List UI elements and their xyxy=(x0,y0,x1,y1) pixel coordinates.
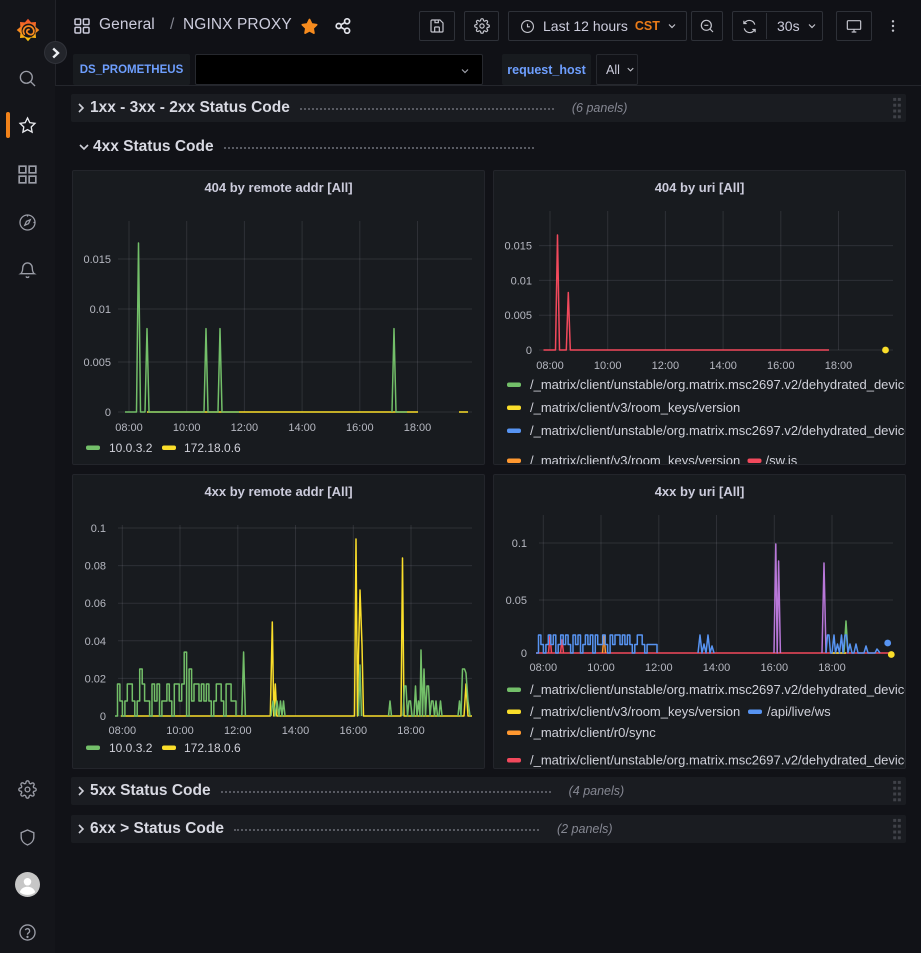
svg-text:18:00: 18:00 xyxy=(397,725,425,737)
svg-text:12:00: 12:00 xyxy=(652,360,680,372)
svg-text:/sw.js: /sw.js xyxy=(766,453,798,465)
svg-text:0.02: 0.02 xyxy=(85,673,106,685)
svg-text:/_matrix/client/unstable/org.m: /_matrix/client/unstable/org.matrix.msc2… xyxy=(530,682,906,697)
svg-text:16:00: 16:00 xyxy=(767,360,795,372)
svg-text:0: 0 xyxy=(100,711,106,723)
svg-text:18:00: 18:00 xyxy=(404,422,432,434)
svg-text:172.18.0.6: 172.18.0.6 xyxy=(184,741,241,755)
svg-text:16:00: 16:00 xyxy=(340,725,368,737)
svg-text:/_matrix/client/unstable/org.m: /_matrix/client/unstable/org.matrix.msc2… xyxy=(530,377,906,392)
svg-text:08:00: 08:00 xyxy=(530,662,558,674)
svg-text:/_matrix/client/unstable/org.m: /_matrix/client/unstable/org.matrix.msc2… xyxy=(530,423,906,438)
svg-text:0.08: 0.08 xyxy=(85,561,106,573)
svg-text:0.015: 0.015 xyxy=(83,254,111,266)
svg-text:18:00: 18:00 xyxy=(818,662,846,674)
svg-text:0.1: 0.1 xyxy=(91,523,106,535)
svg-text:08:00: 08:00 xyxy=(109,725,137,737)
svg-text:/api/live/ws: /api/live/ws xyxy=(767,704,831,719)
svg-text:10.0.3.2: 10.0.3.2 xyxy=(109,441,153,455)
svg-text:12:00: 12:00 xyxy=(645,662,673,674)
svg-text:12:00: 12:00 xyxy=(224,725,252,737)
svg-text:10.0.3.2: 10.0.3.2 xyxy=(109,741,153,755)
svg-text:0.06: 0.06 xyxy=(85,598,106,610)
svg-text:14:00: 14:00 xyxy=(282,725,310,737)
svg-text:16:00: 16:00 xyxy=(346,422,374,434)
svg-text:14:00: 14:00 xyxy=(288,422,316,434)
svg-text:16:00: 16:00 xyxy=(761,662,789,674)
svg-text:0.05: 0.05 xyxy=(506,595,527,607)
svg-text:10:00: 10:00 xyxy=(173,422,201,434)
svg-text:0: 0 xyxy=(521,648,527,660)
svg-text:/_matrix/client/r0/sync: /_matrix/client/r0/sync xyxy=(530,725,656,740)
svg-text:0.005: 0.005 xyxy=(83,357,111,369)
svg-text:18:00: 18:00 xyxy=(825,360,853,372)
svg-text:0.04: 0.04 xyxy=(85,636,106,648)
svg-text:10:00: 10:00 xyxy=(166,725,194,737)
svg-text:0: 0 xyxy=(105,407,111,419)
svg-text:10:00: 10:00 xyxy=(594,360,622,372)
svg-text:/_matrix/client/v3/room_keys/v: /_matrix/client/v3/room_keys/version xyxy=(530,400,740,415)
svg-text:172.18.0.6: 172.18.0.6 xyxy=(184,441,241,455)
svg-text:14:00: 14:00 xyxy=(709,360,737,372)
svg-text:/_matrix/client/v3/room_keys/v: /_matrix/client/v3/room_keys/version xyxy=(530,453,740,465)
svg-text:10:00: 10:00 xyxy=(587,662,615,674)
svg-text:0.015: 0.015 xyxy=(504,241,532,253)
svg-text:0.01: 0.01 xyxy=(90,304,111,316)
svg-text:0: 0 xyxy=(526,345,532,357)
svg-text:08:00: 08:00 xyxy=(115,422,143,434)
svg-text:/_matrix/client/unstable/org.m: /_matrix/client/unstable/org.matrix.msc2… xyxy=(530,753,906,768)
svg-text:14:00: 14:00 xyxy=(703,662,731,674)
svg-text:0.005: 0.005 xyxy=(504,310,532,322)
svg-text:/_matrix/client/v3/room_keys/v: /_matrix/client/v3/room_keys/version xyxy=(530,704,740,719)
svg-text:0.1: 0.1 xyxy=(512,538,527,550)
svg-text:0.01: 0.01 xyxy=(511,275,532,287)
svg-text:12:00: 12:00 xyxy=(231,422,259,434)
svg-text:08:00: 08:00 xyxy=(536,360,564,372)
